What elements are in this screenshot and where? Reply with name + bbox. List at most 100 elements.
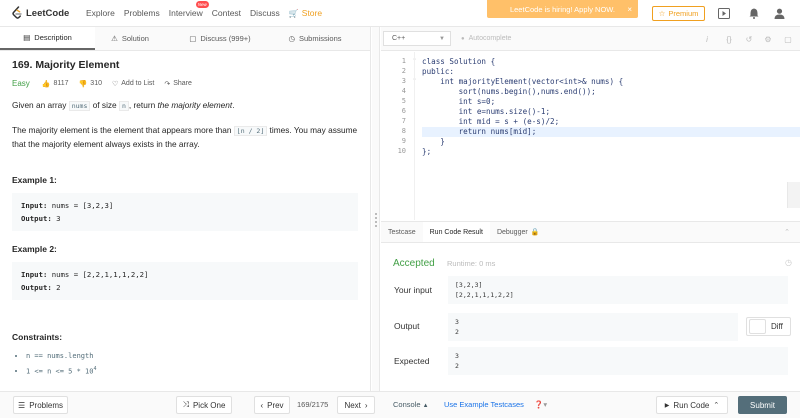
- nav-problems[interactable]: Problems: [124, 8, 160, 18]
- language-select[interactable]: C++ ▼: [383, 31, 451, 46]
- chevron-up-icon[interactable]: ⌃: [784, 228, 790, 236]
- nav-explore[interactable]: Explore: [86, 8, 115, 18]
- inline-code: n: [118, 101, 129, 111]
- autocomplete-dot-icon[interactable]: ●: [461, 36, 465, 42]
- text: of size: [90, 100, 119, 110]
- playground-icon[interactable]: [716, 6, 731, 21]
- like-button[interactable]: 👍 8117: [42, 80, 69, 88]
- code-line[interactable]: int majorityElement(vector<int>& nums) {: [422, 77, 800, 87]
- diff-toggle[interactable]: Diff: [746, 317, 791, 336]
- star-icon: ☆: [658, 9, 666, 18]
- nav-discuss[interactable]: Discuss: [250, 8, 280, 18]
- close-icon[interactable]: ×: [627, 5, 632, 14]
- tab-discuss-label: Discuss (999+): [200, 34, 251, 43]
- help-icon[interactable]: ❓▾: [534, 400, 547, 409]
- settings-icon[interactable]: ⚙: [761, 32, 775, 46]
- constraint-item: 1 <= n <= 5 * 104: [26, 363, 358, 378]
- next-button[interactable]: Next ›: [337, 396, 375, 414]
- avatar[interactable]: [772, 6, 787, 21]
- code-line[interactable]: int mid = s + (e-s)/2;: [422, 117, 800, 127]
- autocomplete-toggle[interactable]: Autocomplete: [469, 35, 512, 42]
- text: 1 <= n <= 5 * 10: [26, 367, 94, 376]
- problem-description: 169. Majority Element Easy 👍 8117 👎 310 …: [0, 59, 370, 378]
- output-value: 3: [51, 214, 61, 223]
- code-line[interactable]: sort(nums.begin(),nums.end());: [422, 87, 800, 97]
- tab-submissions-label: Submissions: [299, 34, 342, 43]
- file-icon: ▤: [23, 33, 31, 42]
- nav-interview[interactable]: Interview New: [169, 1, 209, 18]
- info-icon[interactable]: i: [700, 32, 714, 46]
- output-label: Output:: [21, 283, 52, 292]
- bell-icon[interactable]: [746, 6, 761, 21]
- drag-handle-icon[interactable]: [375, 213, 377, 227]
- tab-testcase[interactable]: Testcase: [381, 222, 423, 242]
- logo[interactable]: LeetCode: [11, 6, 70, 20]
- nav-store-label: Store: [301, 8, 323, 18]
- problems-button[interactable]: ☰ Problems: [13, 396, 68, 414]
- tab-discuss[interactable]: ▢ Discuss (999+): [165, 27, 275, 50]
- code-line[interactable]: }: [422, 137, 800, 147]
- input-line: [2,2,1,1,1,2,2]: [455, 291, 514, 299]
- reset-icon[interactable]: ↺: [742, 32, 756, 46]
- output-line: 3: [455, 318, 459, 326]
- thumbs-down-icon: 👎: [78, 80, 88, 88]
- code-editor[interactable]: 1▾2 3▾4 5 6 7 8 9 10 class Solution {public: in…: [381, 52, 800, 220]
- gutter-divider: [414, 52, 415, 220]
- code-line[interactable]: public:: [422, 67, 800, 77]
- prev-button[interactable]: ‹ Prev: [254, 396, 290, 414]
- tab-run-code-result[interactable]: Run Code Result: [422, 222, 490, 242]
- thumbs-up-icon: 👍: [41, 80, 51, 88]
- input-value: nums = [2,2,1,1,1,2,2]: [47, 270, 149, 279]
- share-button[interactable]: ↷ Share: [164, 80, 192, 88]
- share-icon: ↷: [164, 80, 171, 88]
- code-line[interactable]: };: [422, 147, 800, 157]
- example-2-block: Input: nums = [2,2,1,1,1,2,2] Output: 2: [12, 262, 358, 300]
- code-line[interactable]: return nums[mid];: [422, 127, 800, 137]
- clock-icon: ◷: [785, 258, 792, 267]
- add-to-list-button[interactable]: ♡ Add to List: [112, 80, 154, 88]
- example-1-title: Example 1:: [12, 175, 57, 185]
- tab-description-label: Description: [34, 33, 72, 42]
- fullscreen-icon[interactable]: ▢: [781, 32, 795, 46]
- tab-submissions[interactable]: ◷ Submissions: [275, 27, 355, 50]
- submit-button[interactable]: Submit: [738, 396, 787, 414]
- pick-one-button[interactable]: ⤨ Pick One: [176, 396, 232, 414]
- console-toggle[interactable]: Console ▲: [393, 400, 429, 409]
- tab-solution[interactable]: ⚠ Solution: [95, 27, 165, 50]
- problem-title: 169. Majority Element: [12, 59, 120, 71]
- use-example-testcases-link[interactable]: Use Example Testcases: [444, 400, 524, 409]
- hiring-banner[interactable]: LeetCode is hiring! Apply NOW. ×: [487, 0, 638, 18]
- inline-code: nums: [68, 101, 91, 111]
- code-line[interactable]: class Solution {: [422, 57, 800, 67]
- output-box: 3 2: [448, 313, 738, 341]
- braces-icon[interactable]: {}: [722, 32, 736, 46]
- text: , return: [128, 100, 158, 110]
- editor-scrollbar[interactable]: [787, 182, 800, 208]
- run-result: Accepted Runtime: 0 ms ◷ Your input [3,2…: [381, 243, 800, 391]
- logo-text: LeetCode: [26, 7, 70, 19]
- tab-debugger[interactable]: Debugger 🔒: [490, 222, 546, 242]
- panel-splitter[interactable]: [372, 27, 380, 391]
- input-value: nums = [3,2,3]: [47, 201, 114, 210]
- code-line[interactable]: int e=nums.size()-1;: [422, 107, 800, 117]
- console-label: Console: [393, 400, 421, 409]
- prev-label: Prev: [267, 400, 284, 410]
- code-area[interactable]: class Solution {public: int majorityElem…: [422, 57, 800, 157]
- leetcode-logo-icon: [11, 6, 23, 20]
- new-badge: New: [195, 1, 209, 8]
- dislike-button[interactable]: 👎 310: [79, 80, 102, 88]
- code-line[interactable]: int s=0;: [422, 97, 800, 107]
- nav-store[interactable]: 🛒 Store: [289, 8, 322, 18]
- input-line: [3,2,3]: [455, 281, 483, 289]
- nav-contest[interactable]: Contest: [212, 8, 241, 18]
- your-input-label: Your input: [394, 285, 432, 295]
- run-code-button[interactable]: ▶ Run Code ⌃: [656, 396, 728, 414]
- expected-label: Expected: [394, 356, 430, 366]
- premium-button[interactable]: ☆ Premium: [652, 6, 705, 21]
- result-runtime: Runtime: 0 ms: [447, 259, 496, 268]
- tab-description[interactable]: ▤ Description: [0, 27, 95, 50]
- language-value: C++: [392, 35, 406, 42]
- constraints-title: Constraints:: [12, 332, 63, 342]
- description-paragraph-2: The majority element is the element that…: [12, 124, 358, 151]
- constraint-item: n == nums.length: [26, 350, 358, 363]
